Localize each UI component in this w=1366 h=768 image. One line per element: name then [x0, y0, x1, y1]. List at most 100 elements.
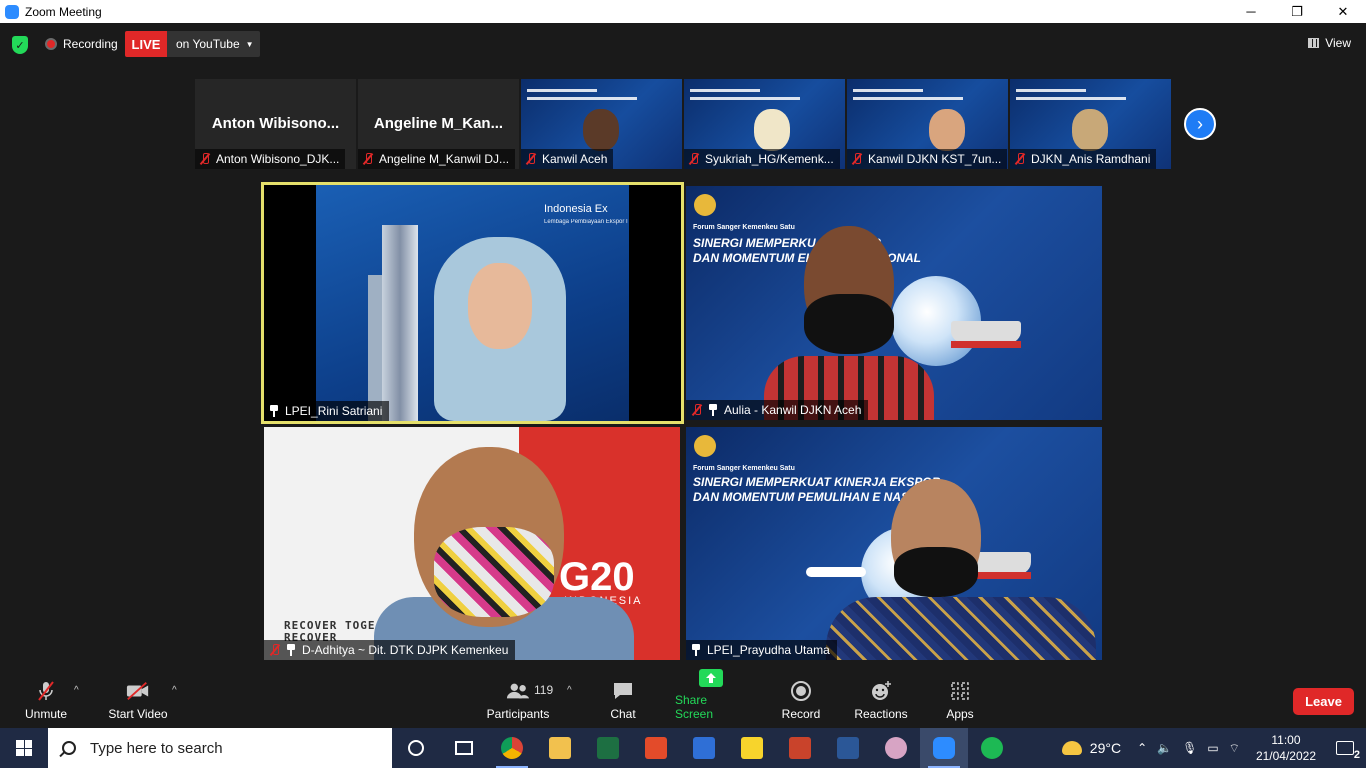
- notification-center-button[interactable]: 2: [1330, 741, 1360, 761]
- participant-name: Angeline M_Kanwil DJ...: [379, 152, 510, 166]
- participant-thumbnail[interactable]: Kanwil DJKN KST_7un...: [847, 79, 1008, 169]
- video-tile[interactable]: G20 INDONESIA RECOVER TOGE RECOVER D-Adh…: [264, 427, 680, 660]
- minimize-button[interactable]: ─: [1228, 0, 1274, 23]
- zoom-app-icon: [5, 4, 19, 19]
- taskbar-powerpoint[interactable]: [776, 728, 824, 768]
- participant-name-tag: Aulia - Kanwil DJKN Aceh: [686, 400, 869, 420]
- taskbar-zoom[interactable]: [920, 728, 968, 768]
- participant-name-tag: Syukriah_HG/Kemenk...: [684, 149, 840, 169]
- windows-taskbar: Type here to search 29°C ⌃ 🔈 🎙 ▭ ⌔ 11:00…: [0, 728, 1366, 768]
- close-button[interactable]: ✕: [1320, 0, 1366, 23]
- gallery-view-icon: [1308, 38, 1320, 48]
- cortana-button[interactable]: [392, 728, 440, 768]
- participant-video: [754, 109, 790, 151]
- participant-thumbnail[interactable]: Syukriah_HG/Kemenk...: [684, 79, 845, 169]
- taskbar-file-explorer[interactable]: [536, 728, 584, 768]
- view-button[interactable]: View: [1308, 36, 1351, 50]
- muted-mic-icon: [269, 644, 281, 656]
- app-icon: [693, 737, 715, 759]
- pin-icon: [269, 405, 279, 417]
- recording-indicator[interactable]: Recording: [45, 37, 118, 51]
- search-placeholder: Type here to search: [90, 739, 223, 757]
- unmute-label: Unmute: [24, 707, 68, 721]
- clock-time: 11:00: [1271, 733, 1301, 747]
- participant-display-name: Angeline M_Kan...: [373, 115, 504, 132]
- next-page-button[interactable]: ›: [1184, 108, 1216, 140]
- chevron-up-icon[interactable]: ^: [172, 685, 177, 696]
- wifi-icon[interactable]: ⌔: [1229, 741, 1240, 756]
- participant-display-name: Anton Wibisono...: [211, 115, 340, 132]
- pin-icon: [691, 644, 701, 656]
- taskbar-search-box[interactable]: Type here to search: [48, 728, 392, 768]
- apps-button[interactable]: Apps: [942, 669, 978, 728]
- live-badge: LIVE: [125, 31, 167, 57]
- record-button[interactable]: Record: [780, 669, 822, 728]
- start-video-button[interactable]: Start Video: [106, 669, 170, 728]
- participant-thumbnail[interactable]: DJKN_Anis Ramdhani: [1010, 79, 1171, 169]
- video-tile-active-speaker[interactable]: Indonesia Ex Lembaga Pembiayaan Ekspor I…: [261, 182, 684, 424]
- background-brand-text: Indonesia Ex: [544, 203, 608, 215]
- participant-name-tag: Anton Wibisono_DJK...: [195, 149, 346, 169]
- chat-button[interactable]: Chat: [603, 669, 643, 728]
- chevron-up-icon[interactable]: ^: [567, 685, 572, 696]
- meeting-topbar: ✓ Recording LIVE on YouTube ▼ View: [0, 23, 1366, 68]
- chevron-up-icon[interactable]: ^: [74, 685, 79, 696]
- airplane-decoration: [806, 567, 866, 577]
- share-screen-button[interactable]: Share Screen: [675, 669, 747, 728]
- stream-destination-dropdown[interactable]: on YouTube ▼: [167, 31, 260, 57]
- taskbar-chrome[interactable]: [488, 728, 536, 768]
- participant-name: Syukriah_HG/Kemenk...: [705, 152, 834, 166]
- view-label: View: [1325, 36, 1351, 50]
- taskbar-app[interactable]: [872, 728, 920, 768]
- building-decoration: [382, 225, 418, 421]
- taskbar-word[interactable]: [824, 728, 872, 768]
- ministry-emblem-icon: [694, 435, 716, 457]
- participant-video: Indonesia Ex Lembaga Pembiayaan Ekspor I: [316, 185, 629, 421]
- reactions-button[interactable]: Reactions: [852, 669, 910, 728]
- participant-face: [468, 263, 532, 349]
- taskbar-app[interactable]: [680, 728, 728, 768]
- muted-mic-icon: [851, 153, 863, 165]
- start-button[interactable]: [0, 728, 48, 768]
- zoom-icon: [933, 737, 955, 759]
- app-icon: [885, 737, 907, 759]
- participant-thumbnail[interactable]: Anton Wibisono... Anton Wibisono_DJK...: [195, 79, 356, 169]
- start-video-label: Start Video: [108, 707, 168, 721]
- participant-name-tag: Angeline M_Kanwil DJ...: [358, 149, 516, 169]
- participant-name: Kanwil DJKN KST_7un...: [868, 152, 1002, 166]
- taskbar-excel[interactable]: [584, 728, 632, 768]
- background-brand-subtext: Lembaga Pembiayaan Ekspor I: [544, 219, 628, 225]
- taskbar-clock[interactable]: 11:00 21/04/2022: [1256, 732, 1316, 764]
- meeting-controls-bar: Unmute ^ Start Video ^ Participants ^ Ch…: [0, 669, 1366, 728]
- participant-thumbnail[interactable]: Angeline M_Kan... Angeline M_Kanwil DJ..…: [358, 79, 519, 169]
- participant-name: Kanwil Aceh: [542, 152, 608, 166]
- taskbar-spotify[interactable]: [968, 728, 1016, 768]
- weather-widget[interactable]: 29°C: [1061, 740, 1121, 756]
- security-shield-icon[interactable]: ✓: [12, 36, 28, 54]
- video-tile[interactable]: Forum Sanger Kemenkeu Satu SINERGI MEMPE…: [686, 427, 1102, 660]
- participants-button[interactable]: Participants: [485, 669, 551, 728]
- microphone-icon[interactable]: 🎙: [1182, 741, 1197, 755]
- leave-button[interactable]: Leave: [1293, 688, 1354, 715]
- video-tile[interactable]: Forum Sanger Kemenkeu Satu SINERGI MEMPE…: [686, 186, 1102, 420]
- slide-text-decoration: [690, 89, 760, 92]
- slide-text-decoration: [853, 97, 963, 100]
- task-view-icon: [455, 741, 473, 755]
- taskbar-acrobat[interactable]: [632, 728, 680, 768]
- battery-icon[interactable]: ▭: [1207, 741, 1218, 755]
- participant-thumbnail[interactable]: Kanwil Aceh: [521, 79, 682, 169]
- slide-text-decoration: [527, 89, 597, 92]
- show-hidden-icons-chevron-icon[interactable]: ⌃: [1137, 741, 1147, 755]
- maximize-button[interactable]: ❐: [1274, 0, 1320, 23]
- volume-icon[interactable]: 🔈: [1157, 741, 1172, 755]
- search-icon: [62, 741, 76, 755]
- apps-icon: [948, 681, 972, 701]
- taskbar-sticky-notes[interactable]: [728, 728, 776, 768]
- participant-shirt: [826, 597, 1096, 660]
- participant-name: DJKN_Anis Ramdhani: [1031, 152, 1151, 166]
- task-view-button[interactable]: [440, 728, 488, 768]
- notification-count: 2: [1353, 749, 1360, 761]
- participant-name-tag: Kanwil DJKN KST_7un...: [847, 149, 1008, 169]
- unmute-button[interactable]: Unmute: [22, 669, 70, 728]
- record-label: Record: [781, 707, 821, 721]
